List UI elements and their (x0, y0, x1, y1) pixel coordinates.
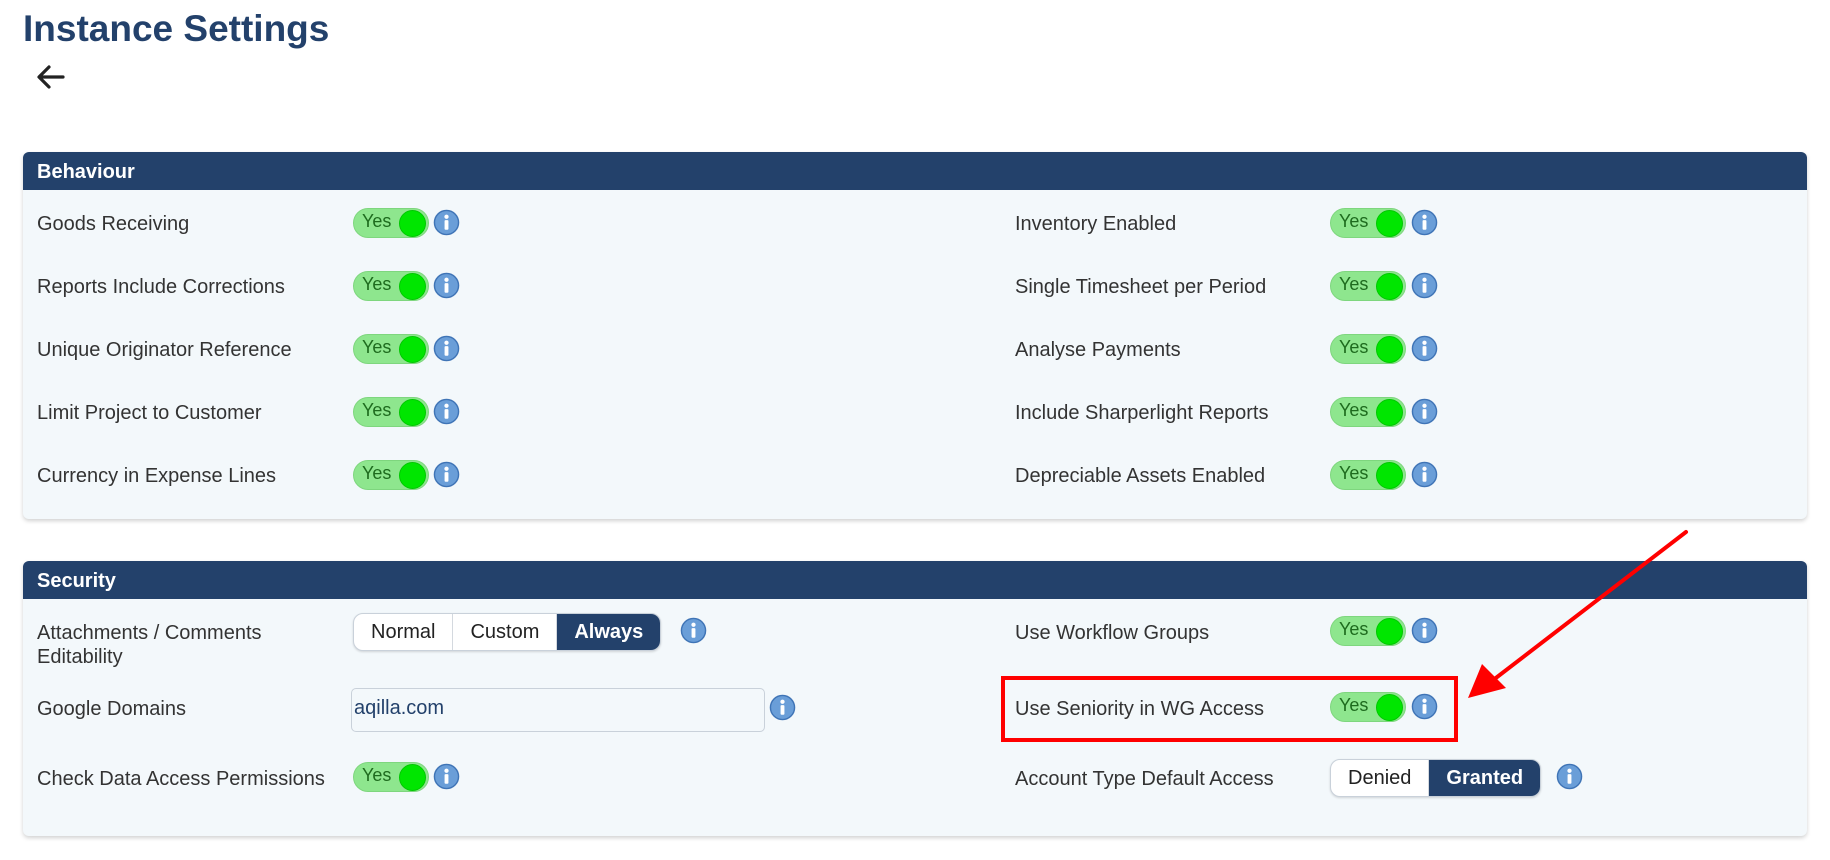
page-title: Instance Settings (23, 8, 330, 49)
toggle-text: Yes (1339, 400, 1369, 420)
info-icon[interactable] (433, 763, 460, 790)
limit-project-to-customer-toggle[interactable]: Yes (353, 397, 429, 427)
toggle-knob (1376, 210, 1403, 237)
toggle-knob (1376, 399, 1403, 426)
option-custom[interactable]: Custom (453, 614, 558, 650)
toggle-text: Yes (362, 463, 392, 483)
single-timesheet-per-period-toggle[interactable]: Yes (1330, 271, 1406, 301)
single-timesheet-per-period-label: Single Timesheet per Period (1015, 276, 1267, 298)
limit-project-to-customer-label: Limit Project to Customer (37, 402, 262, 424)
option-denied[interactable]: Denied (1331, 760, 1430, 796)
goods-receiving-toggle[interactable]: Yes (353, 208, 429, 238)
toggle-knob (399, 336, 426, 363)
toggle-text: Yes (1339, 274, 1369, 294)
attachments-comments-editability-label: Attachments / Comments Editability (37, 622, 262, 668)
depreciable-assets-enabled-toggle[interactable]: Yes (1330, 460, 1406, 490)
option-normal[interactable]: Normal (354, 614, 454, 650)
toggle-text: Yes (362, 274, 392, 294)
unique-originator-reference-toggle[interactable]: Yes (353, 334, 429, 364)
check-data-access-toggle[interactable]: Yes (353, 762, 429, 792)
inventory-enabled-toggle[interactable]: Yes (1330, 208, 1406, 238)
info-icon[interactable] (1411, 617, 1438, 644)
info-icon[interactable] (433, 272, 460, 299)
reports-include-corrections-label: Reports Include Corrections (37, 276, 285, 298)
info-icon[interactable] (433, 209, 460, 236)
toggle-text: Yes (362, 211, 392, 231)
option-granted[interactable]: Granted (1429, 760, 1541, 796)
reports-include-corrections-toggle[interactable]: Yes (353, 271, 429, 301)
info-icon[interactable] (1411, 335, 1438, 362)
info-icon[interactable] (1411, 209, 1438, 236)
option-always[interactable]: Always (557, 614, 661, 650)
inventory-enabled-label: Inventory Enabled (1015, 213, 1177, 235)
toggle-text: Yes (1339, 211, 1369, 231)
account-type-default-access-selector[interactable]: Denied Granted (1330, 759, 1542, 797)
use-workflow-groups-label: Use Workflow Groups (1015, 622, 1210, 644)
toggle-text: Yes (362, 400, 392, 420)
toggle-knob (1376, 462, 1403, 489)
analyse-payments-toggle[interactable]: Yes (1330, 334, 1406, 364)
toggle-knob (399, 399, 426, 426)
currency-in-expense-lines-label: Currency in Expense Lines (37, 465, 277, 487)
toggle-text: Yes (1339, 619, 1369, 639)
attachments-editability-selector[interactable]: Normal Custom Always (353, 613, 662, 651)
include-sharperlight-reports-toggle[interactable]: Yes (1330, 397, 1406, 427)
currency-in-expense-lines-toggle[interactable]: Yes (353, 460, 429, 490)
info-icon[interactable] (1411, 398, 1438, 425)
info-icon[interactable] (1556, 763, 1583, 790)
toggle-text: Yes (1339, 463, 1369, 483)
info-icon[interactable] (1411, 272, 1438, 299)
info-icon[interactable] (433, 398, 460, 425)
info-icon[interactable] (1411, 461, 1438, 488)
annotation-highlight-box (1001, 676, 1458, 742)
google-domains-label: Google Domains (37, 698, 186, 720)
toggle-knob (1376, 336, 1403, 363)
toggle-knob (399, 462, 426, 489)
toggle-text: Yes (1339, 337, 1369, 357)
unique-originator-reference-label: Unique Originator Reference (37, 339, 292, 361)
toggle-knob (399, 210, 426, 237)
info-icon[interactable] (433, 335, 460, 362)
account-type-default-access-label: Account Type Default Access (1015, 768, 1274, 790)
depreciable-assets-enabled-label: Depreciable Assets Enabled (1015, 465, 1266, 487)
back-arrow-icon[interactable] (34, 60, 68, 94)
check-data-access-permissions-label: Check Data Access Permissions (37, 768, 325, 790)
toggle-text: Yes (362, 337, 392, 357)
info-icon[interactable] (433, 461, 460, 488)
info-icon[interactable] (680, 617, 707, 644)
toggle-knob (1376, 618, 1403, 645)
behaviour-panel: Behaviour (23, 152, 1807, 519)
google-domains-input[interactable]: aqilla.com (351, 688, 765, 732)
goods-receiving-label: Goods Receiving (37, 213, 190, 235)
info-icon[interactable] (769, 694, 796, 721)
analyse-payments-label: Analyse Payments (1015, 339, 1181, 361)
annotation-arrow-icon (1468, 530, 1688, 698)
toggle-knob (399, 764, 426, 791)
toggle-knob (399, 273, 426, 300)
toggle-text: Yes (362, 765, 392, 785)
behaviour-header: Behaviour (23, 152, 1807, 190)
use-workflow-groups-toggle[interactable]: Yes (1330, 616, 1406, 646)
include-sharperlight-reports-label: Include Sharperlight Reports (1015, 402, 1269, 424)
toggle-knob (1376, 273, 1403, 300)
